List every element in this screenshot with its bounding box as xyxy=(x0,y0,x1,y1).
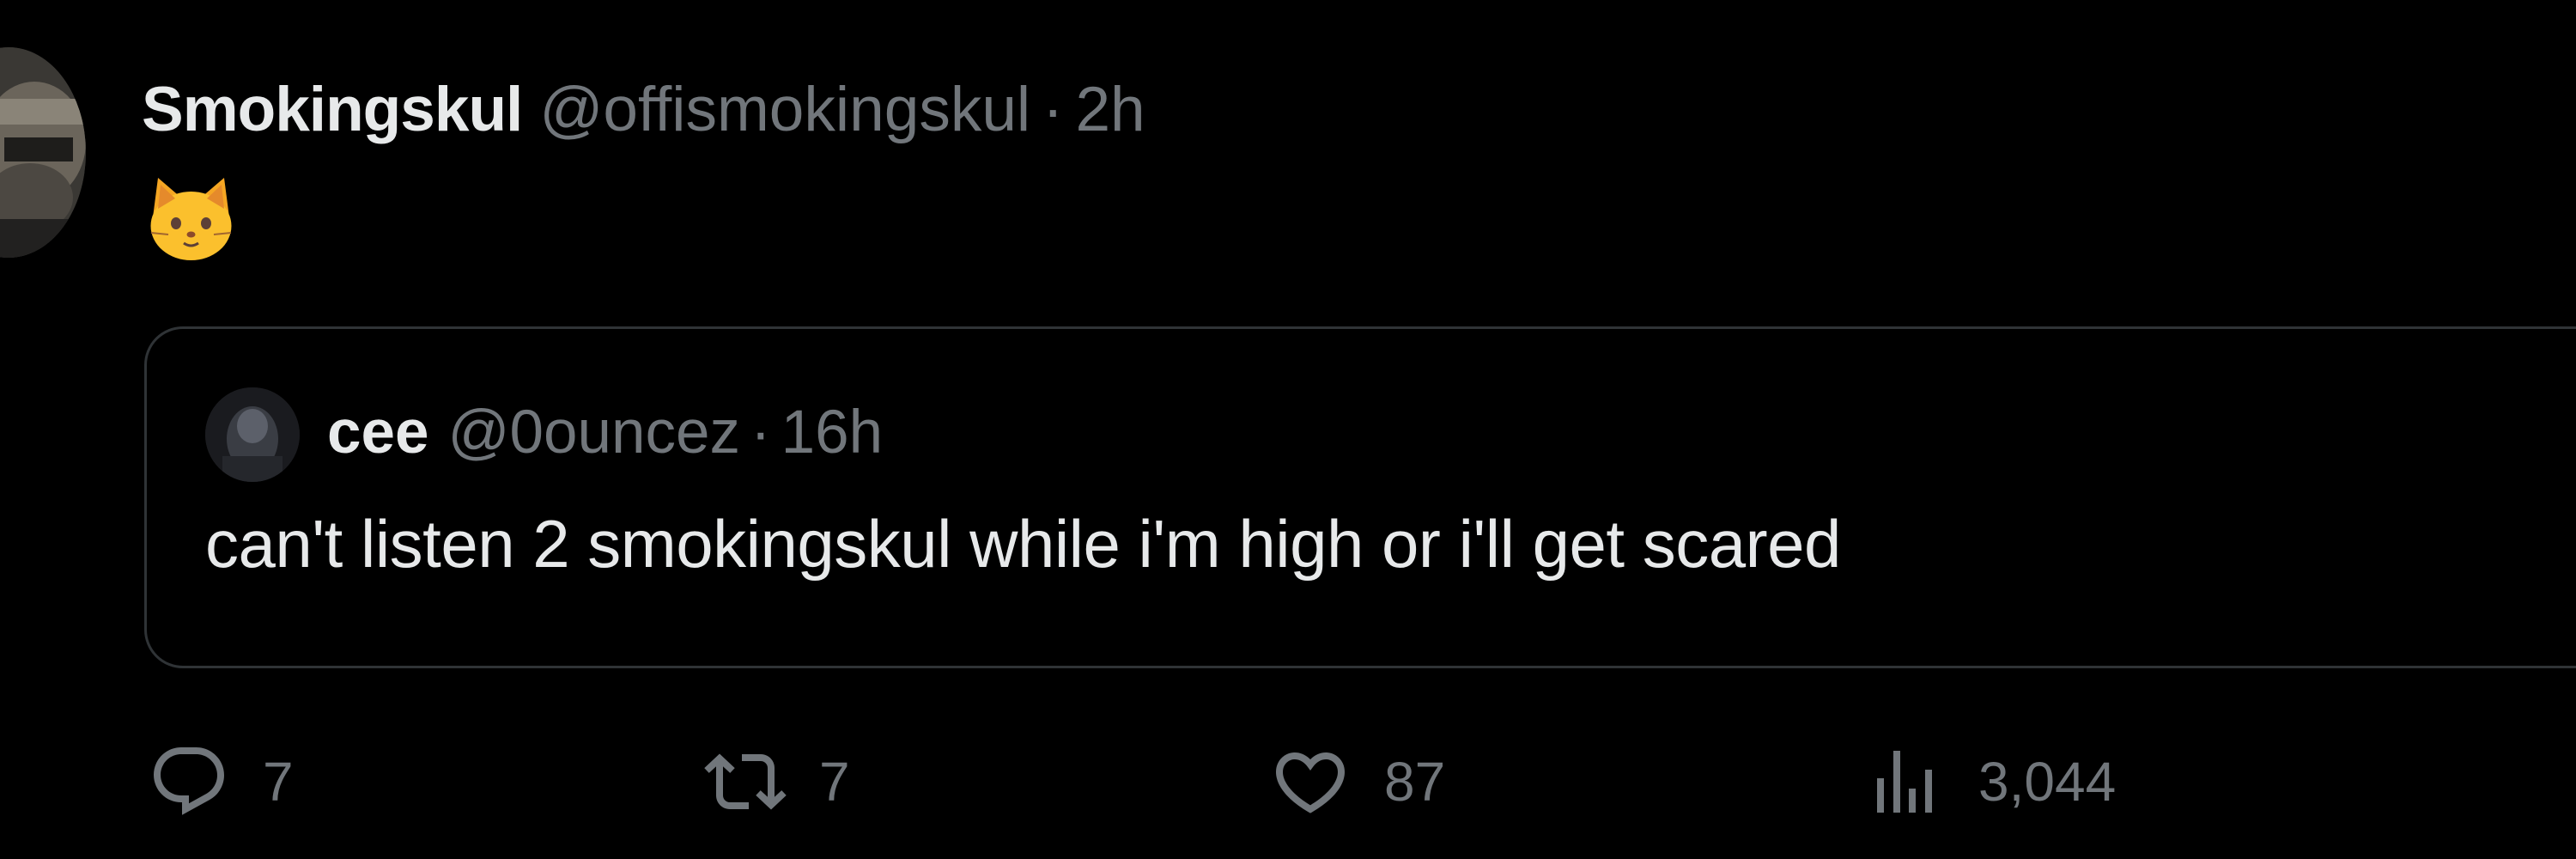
quoted-avatar-image xyxy=(205,387,300,482)
author-handle[interactable]: @offismokingskul xyxy=(539,74,1030,145)
avatar-image xyxy=(0,47,86,258)
quoted-author-display-name[interactable]: cee xyxy=(327,398,428,467)
author-avatar[interactable] xyxy=(0,47,86,258)
reply-button[interactable]: 7 xyxy=(148,734,294,829)
author-display-name[interactable]: Smokingskul xyxy=(142,74,523,145)
reply-count: 7 xyxy=(263,751,294,813)
quoted-tweet-header: cee @0ouncez · 16h xyxy=(327,393,883,471)
reply-icon xyxy=(148,740,230,823)
retweet-icon xyxy=(704,740,787,823)
views-icon xyxy=(1863,740,1946,823)
cat-face-emoji xyxy=(146,176,236,262)
like-button[interactable]: 87 xyxy=(1269,734,1445,829)
tweet-header: Smokingskul @offismokingskul · 2h xyxy=(142,70,1145,148)
quoted-tweet-timestamp[interactable]: 16h xyxy=(781,398,883,467)
views-button[interactable]: 3,044 xyxy=(1863,734,2116,829)
quoted-author-handle[interactable]: @0ouncez xyxy=(447,398,740,467)
header-separator: · xyxy=(1042,74,1064,144)
views-count: 3,044 xyxy=(1978,751,2117,813)
quoted-tweet-text: can't listen 2 smokingskul while i'm hig… xyxy=(205,506,1841,582)
tweet-timestamp[interactable]: 2h xyxy=(1075,74,1145,145)
retweet-count: 7 xyxy=(819,751,850,813)
tweet-action-bar: 7 7 87 3,044 xyxy=(0,734,2576,829)
quoted-header-separator: · xyxy=(750,398,771,466)
quoted-author-avatar[interactable] xyxy=(205,387,300,482)
like-count: 87 xyxy=(1384,751,1446,813)
retweet-button[interactable]: 7 xyxy=(704,734,850,829)
quoted-tweet-card[interactable]: cee @0ouncez · 16h can't listen 2 smokin… xyxy=(144,326,2576,668)
heart-icon xyxy=(1269,740,1352,823)
